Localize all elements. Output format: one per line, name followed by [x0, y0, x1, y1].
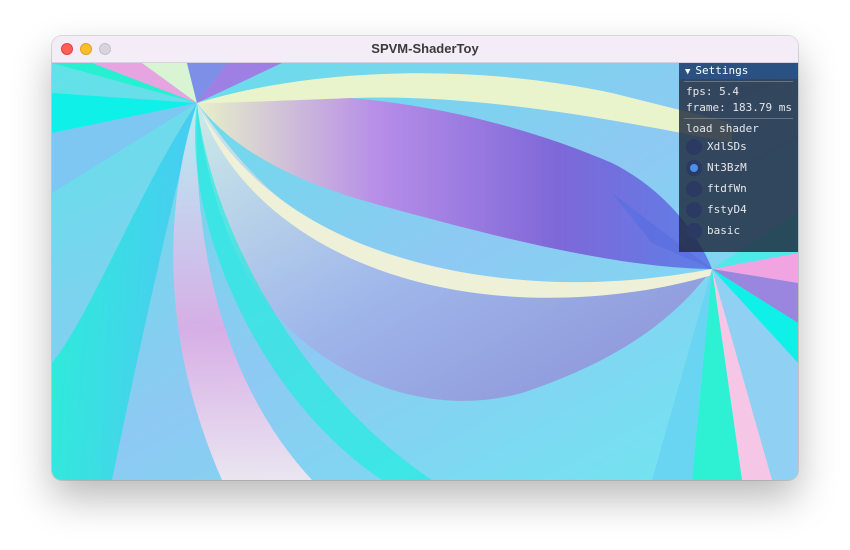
- load-shader-label: load shader: [686, 122, 759, 135]
- settings-header[interactable]: ▼ Settings: [679, 63, 798, 79]
- title-bar: SPVM-ShaderToy: [52, 36, 798, 63]
- shader-option-xdlsds[interactable]: XdlSDs: [679, 137, 798, 158]
- divider: [684, 118, 793, 119]
- fps-readout: fps: 5.4: [686, 85, 739, 98]
- shader-option-label: Nt3BzM: [707, 161, 747, 174]
- shader-option-ftdfwn[interactable]: ftdfWn: [679, 179, 798, 200]
- shader-option-label: fstyD4: [707, 203, 747, 216]
- radio-button-selected-icon[interactable]: [686, 160, 702, 176]
- radio-button-icon[interactable]: [686, 181, 702, 197]
- shader-option-basic[interactable]: basic: [679, 221, 798, 242]
- divider: [684, 81, 793, 82]
- shader-option-label: XdlSDs: [707, 140, 747, 153]
- shader-option-nt3bzm[interactable]: Nt3BzM: [679, 158, 798, 179]
- settings-title: Settings: [695, 64, 749, 77]
- frame-time-readout: frame: 183.79 ms: [686, 101, 792, 114]
- shader-option-label: basic: [707, 224, 741, 237]
- window-title: SPVM-ShaderToy: [371, 41, 479, 56]
- shader-option-label: ftdfWn: [707, 182, 747, 195]
- radio-button-icon[interactable]: [686, 139, 702, 155]
- radio-button-icon[interactable]: [686, 223, 702, 239]
- settings-panel: ▼ Settings fps: 5.4 frame: 183.79 ms load…: [679, 63, 798, 252]
- radio-button-icon[interactable]: [686, 202, 702, 218]
- collapse-triangle-icon[interactable]: ▼: [685, 64, 690, 80]
- shader-option-fstyd4[interactable]: fstyD4: [679, 200, 798, 221]
- app-window: SPVM-ShaderToy ▼ Settings fps: 5.4 frame…: [52, 36, 798, 480]
